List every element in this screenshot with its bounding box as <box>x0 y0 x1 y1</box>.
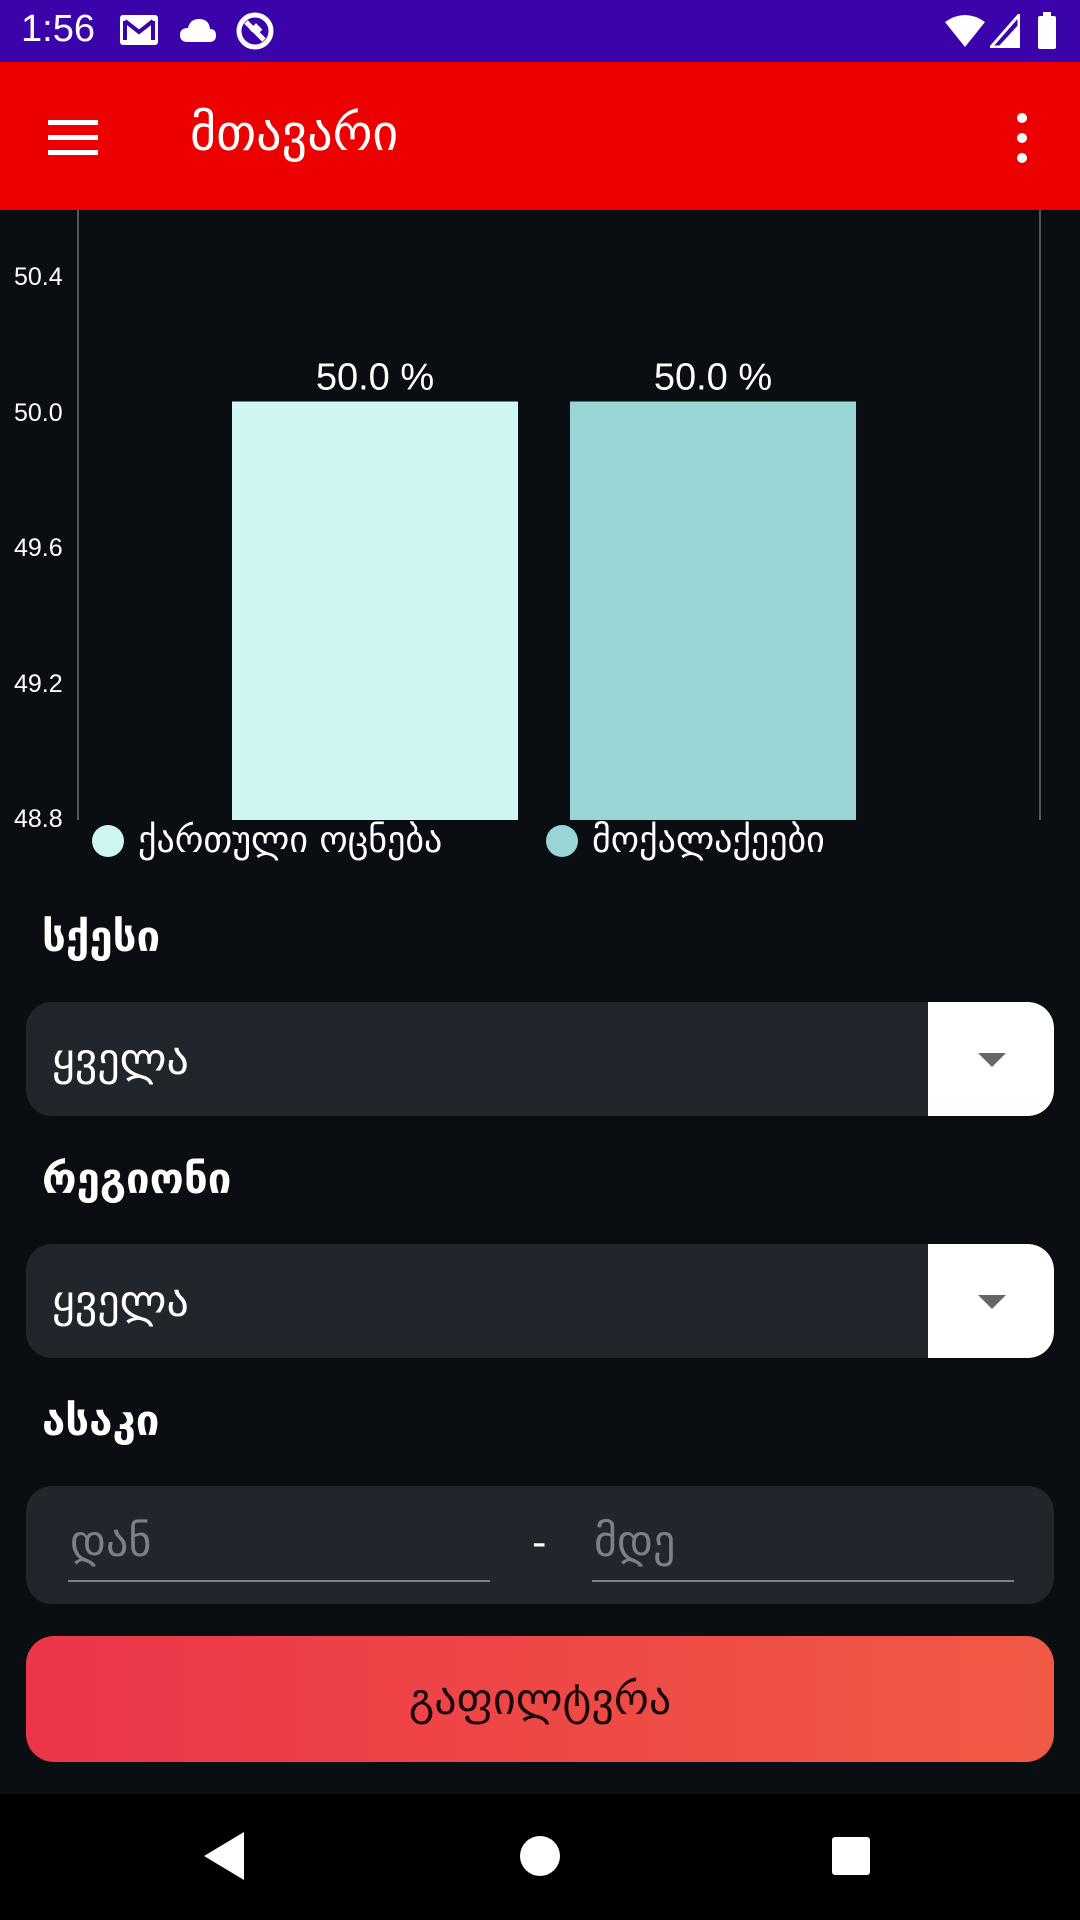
app-bar <box>0 62 1080 210</box>
bar-2 <box>570 401 856 820</box>
y-tick-label: 50.4 <box>14 263 63 291</box>
sync-icon <box>236 12 274 50</box>
bar-chart: 50.0 % 50.0 % <box>0 210 1080 870</box>
age-from-input[interactable] <box>68 1508 490 1582</box>
age-range-box: - <box>26 1486 1054 1604</box>
status-time: 1:56 <box>21 8 95 50</box>
bar-1 <box>232 401 518 820</box>
legend-swatch <box>546 824 578 857</box>
chevron-down-icon <box>978 1295 1006 1309</box>
gender-dropdown[interactable]: ყველა <box>26 1002 1054 1116</box>
battery-icon <box>1038 12 1056 49</box>
cloud-icon <box>180 19 216 42</box>
filter-button[interactable]: გაფილტვრა <box>26 1636 1054 1762</box>
y-tick-label: 50.0 <box>14 398 63 427</box>
chart-plot: 50.0 % 50.0 % <box>77 210 1041 820</box>
legend-label: მოქალაქეები <box>592 820 825 861</box>
region-dropdown-button[interactable] <box>928 1244 1054 1358</box>
bar-value-label-2: 50.0 % <box>654 357 772 399</box>
gmail-icon <box>120 15 158 45</box>
signal-icon <box>990 14 1020 48</box>
gender-label: სქესი <box>42 912 161 961</box>
legend-label: ქართული ოცნება <box>138 820 443 861</box>
recent-apps-icon[interactable] <box>832 1837 870 1875</box>
status-bar <box>0 0 1080 62</box>
page-title: მთავარი <box>190 104 399 162</box>
home-icon[interactable] <box>520 1836 560 1876</box>
legend-swatch <box>92 824 124 857</box>
back-icon[interactable] <box>204 1832 244 1880</box>
bar-value-label-1: 50.0 % <box>316 357 434 399</box>
chevron-down-icon <box>978 1053 1006 1067</box>
y-tick-label: 48.8 <box>14 805 63 833</box>
region-dropdown-value: ყველა <box>52 1276 189 1327</box>
gender-dropdown-value: ყველა <box>52 1034 189 1085</box>
y-tick-label: 49.6 <box>14 534 63 562</box>
legend-item-1: ქართული ოცნება <box>92 820 442 861</box>
legend-item-2: მოქალაქეები <box>546 820 825 861</box>
menu-icon[interactable] <box>38 112 108 162</box>
age-separator: - <box>532 1520 547 1566</box>
region-label: რეგიონი <box>42 1154 232 1203</box>
region-dropdown[interactable]: ყველა <box>26 1244 1054 1358</box>
gender-dropdown-button[interactable] <box>928 1002 1054 1116</box>
more-options-icon[interactable] <box>1004 108 1040 168</box>
age-label: ასაკი <box>42 1396 160 1445</box>
y-tick-label: 49.2 <box>14 669 63 698</box>
wifi-icon <box>945 15 985 47</box>
age-to-input[interactable] <box>592 1508 1014 1582</box>
